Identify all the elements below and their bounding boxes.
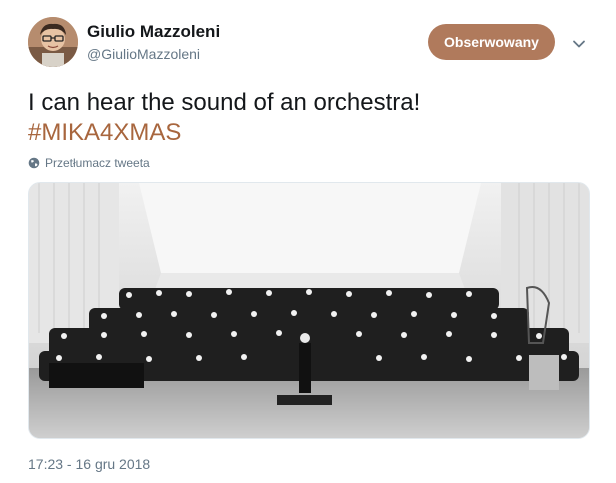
globe-icon xyxy=(28,157,40,169)
orchestra-photo[interactable] xyxy=(28,182,590,439)
avatar[interactable] xyxy=(28,17,78,67)
chevron-down-icon[interactable] xyxy=(571,36,587,52)
user-handle[interactable]: @GiulioMazzoleni xyxy=(87,46,200,62)
hashtag-link[interactable]: #MIKA4XMAS xyxy=(28,118,588,148)
translate-tweet-link[interactable]: Przetłumacz tweeta xyxy=(28,156,150,170)
tweet-card: Giulio Mazzoleni @GiulioMazzoleni Obserw… xyxy=(0,0,616,483)
user-display-name[interactable]: Giulio Mazzoleni xyxy=(87,22,220,42)
tweet-text: I can hear the sound of an orchestra! #M… xyxy=(28,88,588,148)
avatar-image xyxy=(28,17,78,67)
orchestra-photo-image xyxy=(29,183,589,438)
following-button[interactable]: Obserwowany xyxy=(428,24,555,60)
tweet-timestamp[interactable]: 17:23 - 16 gru 2018 xyxy=(28,456,150,472)
translate-label: Przetłumacz tweeta xyxy=(45,156,150,170)
tweet-body: I can hear the sound of an orchestra! xyxy=(28,89,421,116)
